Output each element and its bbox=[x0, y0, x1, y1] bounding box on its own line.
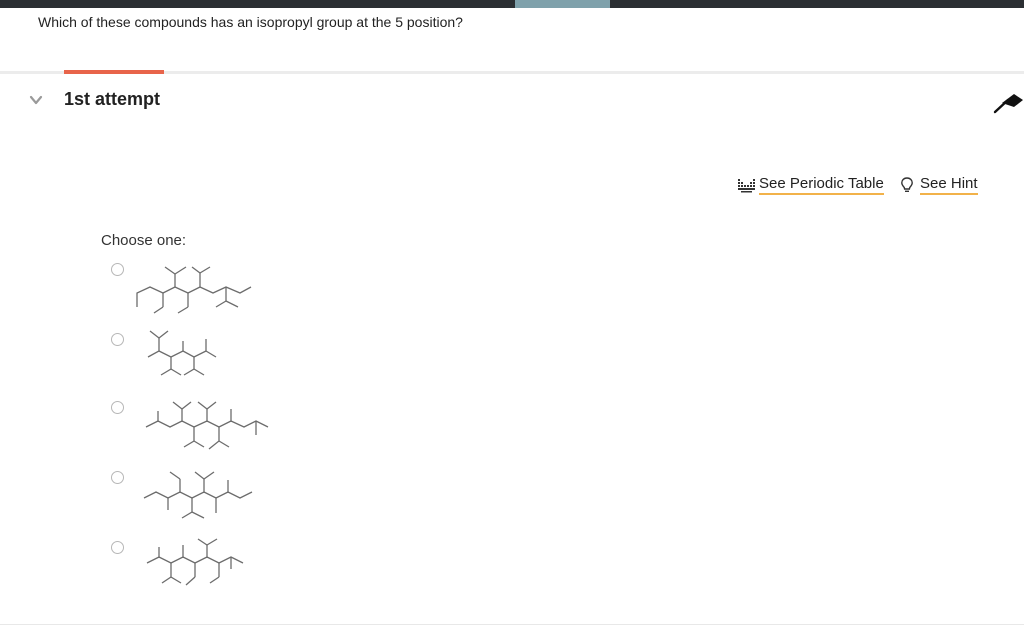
molecule-structure bbox=[143, 471, 253, 519]
periodic-table-icon bbox=[738, 179, 755, 193]
see-hint-link[interactable]: See Hint bbox=[898, 175, 978, 195]
molecule-structure bbox=[136, 266, 252, 314]
radio-button[interactable] bbox=[111, 263, 124, 276]
molecule-structure bbox=[145, 401, 269, 450]
attempt-title: 1st attempt bbox=[64, 89, 161, 109]
see-periodic-table-link[interactable]: See Periodic Table bbox=[737, 175, 884, 195]
answer-option-5[interactable] bbox=[108, 537, 288, 603]
see-periodic-table-label: See Periodic Table bbox=[759, 175, 884, 195]
attempt-indicator bbox=[64, 70, 164, 74]
answer-option-3[interactable] bbox=[108, 397, 288, 463]
chevron-down-icon[interactable] bbox=[28, 94, 44, 106]
answer-option-4[interactable] bbox=[108, 467, 288, 533]
choose-one-prompt: Choose one: bbox=[101, 232, 187, 249]
molecule-structure bbox=[146, 538, 244, 586]
question-text: Which of these compounds has an isopropy… bbox=[38, 14, 463, 30]
radio-button[interactable] bbox=[111, 471, 124, 484]
lightbulb-icon bbox=[901, 177, 913, 193]
pushpin-icon[interactable] bbox=[992, 90, 1024, 116]
answer-option-2[interactable] bbox=[108, 329, 288, 395]
bottom-divider bbox=[0, 624, 1024, 625]
radio-button[interactable] bbox=[111, 541, 124, 554]
see-hint-label: See Hint bbox=[920, 175, 978, 195]
radio-button[interactable] bbox=[111, 333, 124, 346]
top-bar bbox=[0, 0, 1024, 8]
top-bar-active-tab[interactable] bbox=[515, 0, 610, 8]
molecule-structure bbox=[147, 330, 217, 376]
radio-button[interactable] bbox=[111, 401, 124, 414]
answer-option-1[interactable] bbox=[108, 259, 288, 325]
